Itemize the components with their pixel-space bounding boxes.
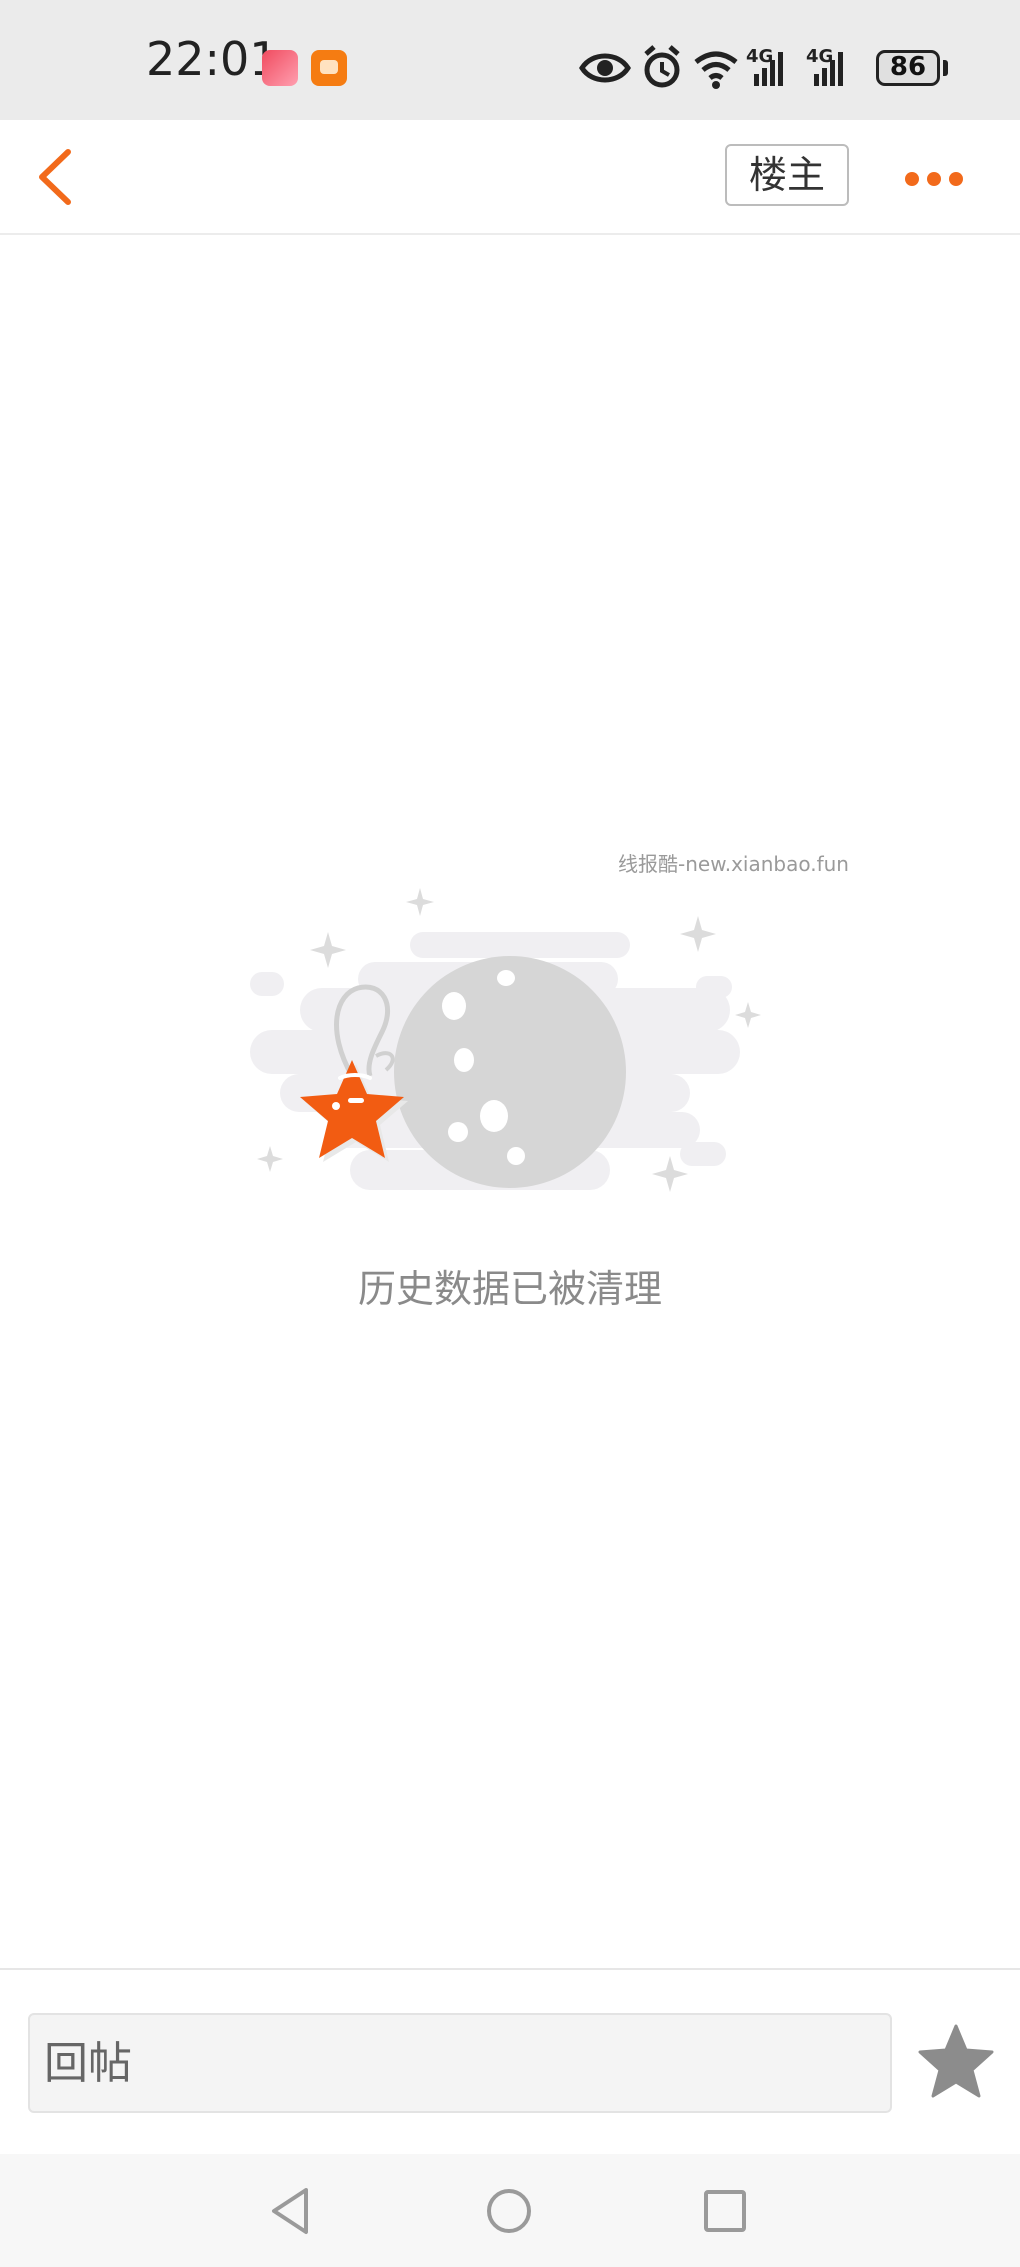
back-triangle-icon — [272, 2188, 308, 2234]
system-home-button[interactable] — [474, 2176, 544, 2246]
status-icons: 4G 4G — [578, 40, 868, 96]
battery-level: 86 — [889, 52, 927, 82]
chevron-left-icon — [39, 149, 71, 205]
empty-state-message: 历史数据已被清理 — [357, 1267, 662, 1311]
moon-and-star-illustration — [250, 888, 761, 1192]
star-icon — [918, 2024, 994, 2098]
favorite-button[interactable] — [916, 2022, 996, 2102]
signal-4g-icon: 4G — [806, 46, 843, 86]
svg-text:4G: 4G — [806, 46, 833, 67]
more-button[interactable] — [896, 144, 976, 210]
eye-icon — [579, 53, 631, 83]
nav-bar: 楼主 — [0, 120, 1020, 235]
reply-bar — [0, 1968, 1020, 2156]
app-notification-icon — [311, 50, 347, 86]
recent-square-icon — [704, 2190, 746, 2232]
back-button[interactable] — [30, 144, 90, 210]
status-bar: 22:01 4G 4G 86 — [0, 0, 1020, 120]
more-dots-icon — [905, 172, 963, 186]
system-back-button[interactable] — [256, 2176, 326, 2246]
signal-4g-icon: 4G — [746, 46, 783, 86]
home-circle-icon — [487, 2189, 531, 2233]
system-recent-button[interactable] — [690, 2176, 760, 2246]
alarm-icon — [644, 45, 680, 88]
battery-tip — [943, 60, 948, 76]
svg-text:4G: 4G — [746, 46, 773, 67]
watermark: 线报酷-new.xianbao.fun — [618, 852, 849, 876]
app-notification-icon — [262, 50, 298, 86]
wifi-icon — [694, 51, 738, 89]
reply-input[interactable] — [28, 2013, 892, 2113]
system-nav-bar — [0, 2154, 1020, 2267]
owner-only-button[interactable]: 楼主 — [725, 144, 849, 206]
status-time: 22:01 — [146, 32, 279, 86]
